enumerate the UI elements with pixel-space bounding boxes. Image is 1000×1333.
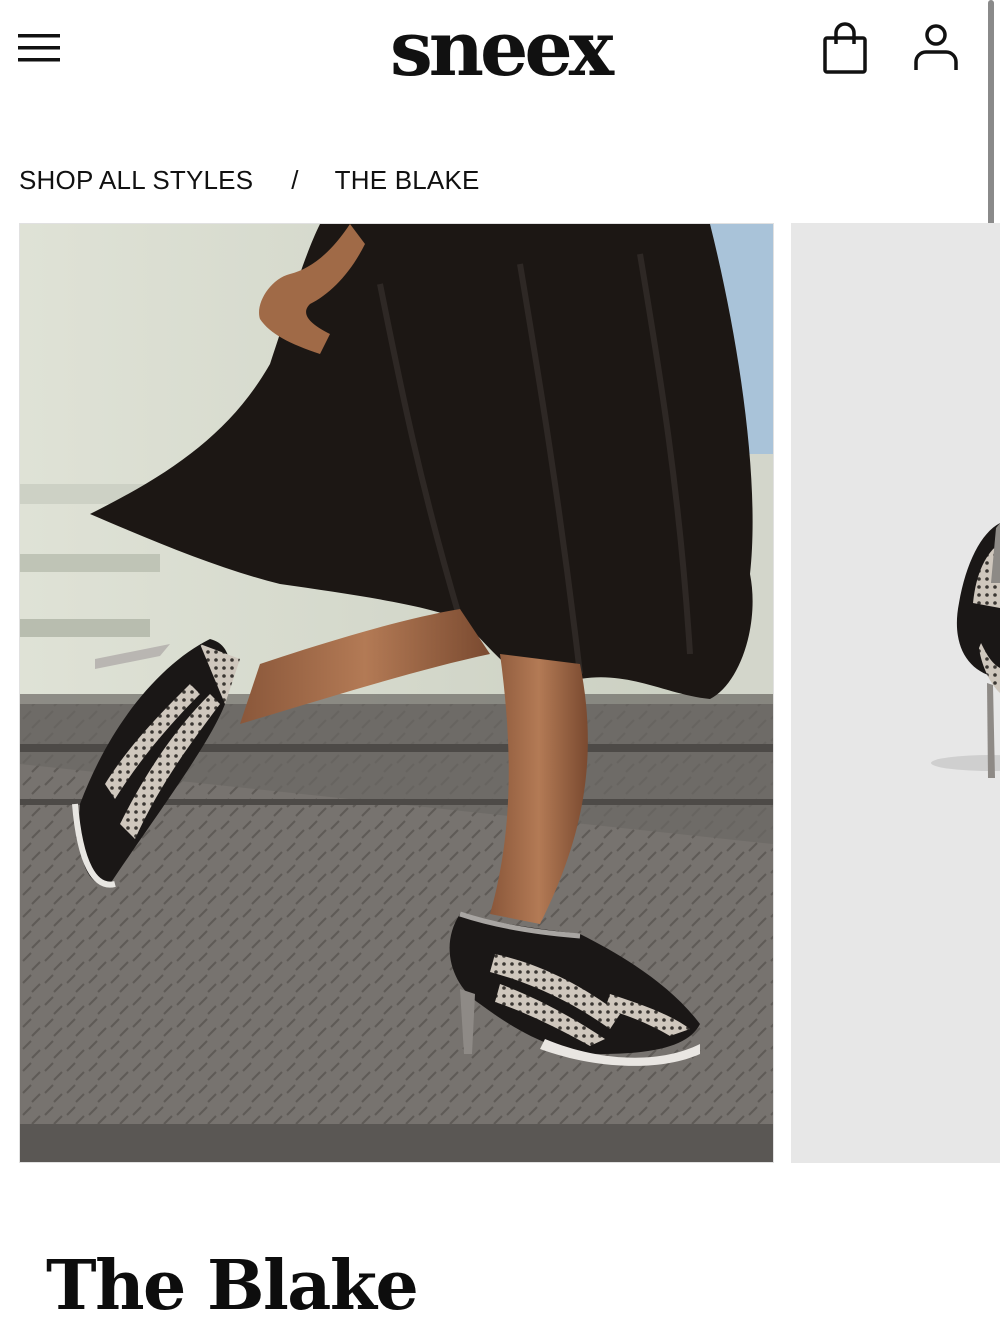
product-page: sneex SHOP ALL STYLES / THE BLAKE The Bl…	[0, 0, 1000, 1333]
gallery-slide-lifestyle[interactable]	[19, 223, 774, 1163]
product-studio-photo	[791, 223, 1000, 1163]
hamburger-menu-icon	[18, 34, 60, 62]
site-header: sneex	[0, 0, 1000, 110]
user-account-icon	[914, 24, 958, 70]
product-lifestyle-photo	[20, 224, 773, 1162]
gallery-slide-next[interactable]	[791, 223, 1000, 1163]
breadcrumb-the-blake[interactable]: THE BLAKE	[335, 165, 480, 196]
shopping-bag-icon	[823, 22, 867, 74]
brand-logo[interactable]: sneex	[360, 6, 640, 92]
breadcrumb-separator: /	[291, 164, 299, 195]
cart-button[interactable]	[818, 22, 872, 78]
breadcrumb-shop-all-styles[interactable]: SHOP ALL STYLES	[19, 165, 253, 196]
breadcrumb: SHOP ALL STYLES / THE BLAKE	[19, 160, 480, 200]
menu-button[interactable]	[16, 28, 62, 68]
product-title: The Blake	[46, 1246, 419, 1326]
product-image-gallery[interactable]	[19, 223, 1000, 1163]
account-button[interactable]	[908, 22, 964, 78]
